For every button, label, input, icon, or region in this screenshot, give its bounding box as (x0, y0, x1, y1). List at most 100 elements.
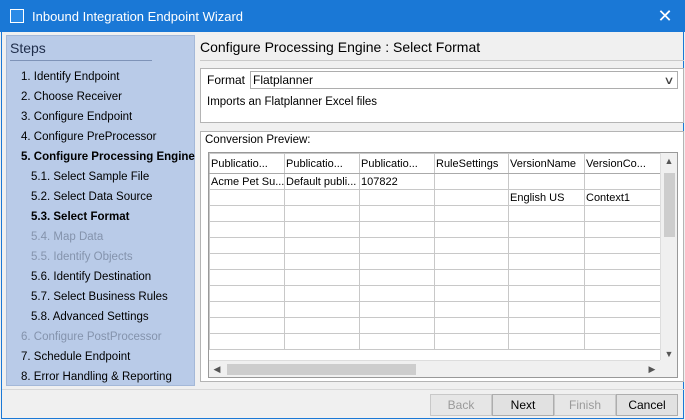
finish-button[interactable]: Finish (554, 394, 616, 416)
table-cell[interactable] (209, 253, 285, 270)
table-row[interactable] (209, 333, 661, 350)
horizontal-scroll-thumb[interactable] (227, 364, 416, 375)
step-item[interactable]: 7. Schedule Endpoint (21, 351, 130, 363)
table-row[interactable]: English US Context1 (209, 189, 661, 206)
table-cell[interactable] (434, 253, 509, 270)
table-cell[interactable] (359, 253, 435, 270)
table-cell[interactable] (434, 189, 509, 206)
table-cell[interactable] (359, 333, 435, 350)
table-cell[interactable] (434, 285, 509, 302)
step-item[interactable]: 5. Configure Processing Engine (21, 151, 195, 163)
table-cell[interactable] (209, 285, 285, 302)
table-row[interactable] (209, 285, 661, 302)
step-item[interactable]: 5.1. Select Sample File (31, 171, 149, 183)
column-header[interactable]: VersionName (508, 153, 585, 174)
column-header[interactable]: Publicatio... (284, 153, 360, 174)
column-header[interactable]: Publicatio... (359, 153, 435, 174)
table-cell[interactable] (359, 285, 435, 302)
next-button[interactable]: Next (492, 394, 554, 416)
table-cell[interactable] (508, 301, 585, 318)
table-cell[interactable] (434, 221, 509, 238)
step-item[interactable]: 5.8. Advanced Settings (31, 311, 149, 323)
table-cell[interactable] (508, 237, 585, 254)
table-cell[interactable] (209, 189, 285, 206)
table-cell[interactable] (359, 221, 435, 238)
table-row[interactable]: Acme Pet Su... Default publi... 107822 (209, 173, 661, 190)
table-cell[interactable]: Context1 (584, 189, 661, 206)
step-item[interactable]: 4. Configure PreProcessor (21, 131, 157, 143)
table-cell[interactable] (584, 317, 661, 334)
close-icon[interactable]: ✕ (653, 4, 677, 28)
horizontal-scrollbar[interactable]: ◀ ▶ (209, 360, 660, 377)
back-button[interactable]: Back (430, 394, 492, 416)
table-cell[interactable] (584, 237, 661, 254)
step-item[interactable]: 3. Configure Endpoint (21, 111, 132, 123)
table-cell[interactable] (209, 221, 285, 238)
table-row[interactable] (209, 269, 661, 286)
table-cell[interactable] (584, 173, 661, 190)
table-cell[interactable] (508, 205, 585, 222)
table-cell[interactable] (209, 237, 285, 254)
table-cell[interactable] (584, 333, 661, 350)
table-cell[interactable] (434, 269, 509, 286)
table-cell[interactable] (359, 269, 435, 286)
table-cell[interactable] (508, 285, 585, 302)
step-item[interactable]: 5.2. Select Data Source (31, 191, 152, 203)
table-cell[interactable] (284, 285, 360, 302)
table-cell[interactable] (284, 221, 360, 238)
table-cell[interactable] (508, 269, 585, 286)
table-row[interactable] (209, 317, 661, 334)
step-item[interactable]: 8. Error Handling & Reporting (21, 371, 172, 383)
step-item[interactable]: 5.7. Select Business Rules (31, 291, 168, 303)
table-cell[interactable] (284, 269, 360, 286)
preview-grid[interactable]: Publicatio... Publicatio... Publicatio... R… (208, 152, 678, 378)
table-cell[interactable] (209, 317, 285, 334)
table-cell[interactable] (584, 205, 661, 222)
table-cell[interactable] (359, 205, 435, 222)
table-row[interactable] (209, 253, 661, 270)
table-cell[interactable] (434, 333, 509, 350)
table-row[interactable] (209, 237, 661, 254)
column-header[interactable]: RuleSettings (434, 153, 509, 174)
table-cell[interactable] (359, 237, 435, 254)
table-cell[interactable] (209, 269, 285, 286)
column-header[interactable]: Publicatio... (209, 153, 285, 174)
table-row[interactable] (209, 221, 661, 238)
format-dropdown[interactable]: Flatplanner ∨ (250, 71, 678, 89)
table-cell[interactable] (584, 221, 661, 238)
cancel-button[interactable]: Cancel (616, 394, 678, 416)
table-cell[interactable] (508, 253, 585, 270)
table-cell[interactable] (584, 253, 661, 270)
table-cell[interactable]: English US (508, 189, 585, 206)
table-cell[interactable] (508, 221, 585, 238)
column-header[interactable]: VersionCo... (584, 153, 661, 174)
step-item[interactable]: 1. Identify Endpoint (21, 71, 119, 83)
table-cell[interactable] (359, 317, 435, 334)
table-cell[interactable] (359, 189, 435, 206)
chevron-down-icon[interactable]: ∨ (663, 74, 674, 87)
table-cell[interactable] (209, 205, 285, 222)
table-cell[interactable] (284, 333, 360, 350)
table-cell[interactable] (434, 173, 509, 190)
scroll-right-icon[interactable]: ▶ (644, 361, 660, 377)
step-item[interactable]: 5.3. Select Format (31, 211, 129, 223)
table-cell[interactable] (584, 301, 661, 318)
table-cell[interactable] (284, 301, 360, 318)
table-row[interactable] (209, 205, 661, 222)
table-cell[interactable] (209, 333, 285, 350)
table-cell[interactable] (508, 333, 585, 350)
table-cell[interactable] (434, 317, 509, 334)
table-cell[interactable] (508, 317, 585, 334)
table-cell[interactable] (508, 173, 585, 190)
scroll-up-icon[interactable]: ▲ (661, 153, 677, 169)
table-cell[interactable] (284, 205, 360, 222)
table-cell[interactable] (434, 301, 509, 318)
step-item[interactable]: 5.6. Identify Destination (31, 271, 151, 283)
vertical-scrollbar[interactable]: ▲ ▼ (660, 153, 677, 362)
table-cell[interactable] (284, 317, 360, 334)
table-cell[interactable] (284, 253, 360, 270)
table-row[interactable] (209, 301, 661, 318)
step-item[interactable]: 2. Choose Receiver (21, 91, 122, 103)
table-cell[interactable] (359, 301, 435, 318)
table-cell[interactable]: 107822 (359, 173, 435, 190)
